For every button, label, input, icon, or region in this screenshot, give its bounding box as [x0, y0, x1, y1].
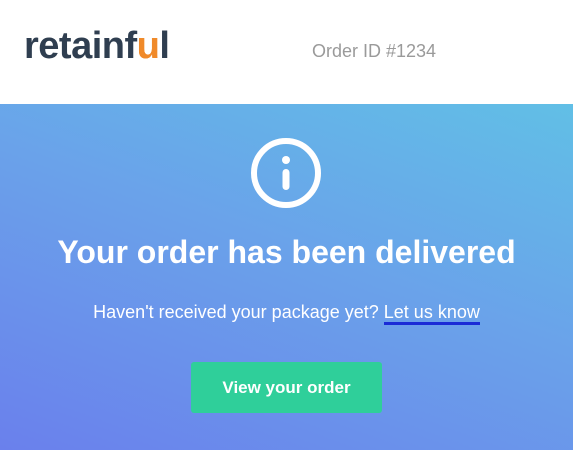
- email-header: retainful Order ID #1234: [0, 0, 573, 104]
- delivery-hero-banner: Your order has been delivered Haven't re…: [0, 104, 573, 450]
- logo-text-start: retainf: [24, 25, 137, 67]
- logo-text-end: l: [159, 25, 170, 67]
- delivery-title: Your order has been delivered: [57, 234, 516, 270]
- retainful-logo: retainful: [24, 22, 170, 70]
- info-icon: [251, 138, 321, 208]
- view-order-button[interactable]: View your order: [191, 362, 382, 413]
- let-us-know-link[interactable]: Let us know: [383, 302, 480, 325]
- delivery-subtitle: Haven't received your package yet? Let u…: [0, 301, 573, 325]
- order-id: Order ID #1234: [312, 41, 437, 61]
- logo-text-accent: u: [136, 25, 160, 67]
- subtitle-text: Haven't received your package yet?: [93, 302, 379, 322]
